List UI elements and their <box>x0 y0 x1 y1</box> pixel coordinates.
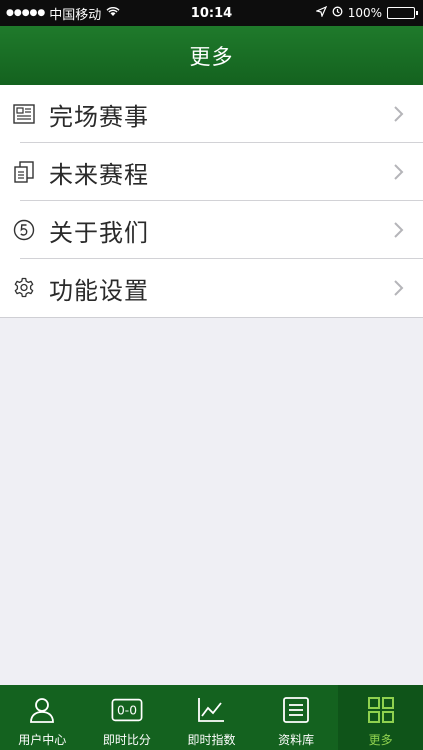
tab-label: 即时指数 <box>187 733 236 747</box>
chart-icon <box>195 695 227 725</box>
chevron-right-icon <box>394 222 404 238</box>
tab-live-odds[interactable]: 即时指数 <box>169 685 254 750</box>
tab-label: 即时比分 <box>102 733 151 747</box>
tab-database[interactable]: 资料库 <box>254 685 339 750</box>
tab-label: 用户中心 <box>18 733 67 747</box>
menu-item-label: 完场赛事 <box>49 102 149 131</box>
chevron-right-icon <box>394 164 404 180</box>
list-icon <box>280 695 312 725</box>
battery-icon <box>387 7 418 19</box>
menu-item-finished-matches[interactable]: 完场赛事 <box>0 85 423 143</box>
tab-bar: 用户中心 0-0 即时比分 即时指数 资料库 更多 <box>0 685 423 750</box>
menu-item-upcoming-schedule[interactable]: 未来赛程 <box>0 143 423 201</box>
menu-item-label: 未来赛程 <box>49 160 149 189</box>
menu-list: 完场赛事 未来赛程 关于我们 功能设置 <box>0 85 423 318</box>
status-bar: ●●●●● 中国移动 10:14 100% <box>0 0 423 26</box>
tab-more[interactable]: 更多 <box>338 685 423 750</box>
menu-item-settings[interactable]: 功能设置 <box>0 259 423 317</box>
menu-item-label: 功能设置 <box>49 276 149 305</box>
score-icon-text: 0-0 <box>117 704 137 718</box>
user-icon <box>26 695 58 725</box>
circled-five-icon <box>12 218 36 242</box>
tab-label: 更多 <box>368 733 393 747</box>
newspaper-icon <box>12 102 36 126</box>
grid-icon <box>365 695 397 725</box>
page-title: 更多 <box>189 44 234 69</box>
alarm-icon <box>332 6 343 20</box>
menu-item-about-us[interactable]: 关于我们 <box>0 201 423 259</box>
tab-user-center[interactable]: 用户中心 <box>0 685 85 750</box>
location-icon <box>314 5 327 20</box>
score-icon: 0-0 <box>111 695 143 725</box>
chevron-right-icon <box>394 280 404 296</box>
gear-icon <box>12 276 36 300</box>
tab-live-score[interactable]: 0-0 即时比分 <box>85 685 170 750</box>
battery-percent: 100% <box>347 6 382 20</box>
chevron-right-icon <box>394 106 404 122</box>
status-right: 100% <box>314 0 418 26</box>
documents-icon <box>12 160 36 184</box>
tab-label: 资料库 <box>278 733 315 747</box>
nav-bar: 更多 <box>0 26 423 85</box>
menu-item-label: 关于我们 <box>49 218 149 247</box>
